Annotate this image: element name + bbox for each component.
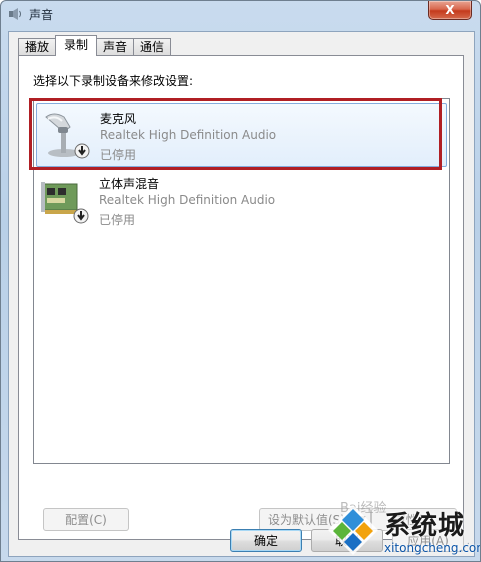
ok-button[interactable]: 确定 bbox=[230, 529, 302, 552]
microphone-icon bbox=[45, 113, 90, 159]
device-status: 已停用 bbox=[99, 213, 136, 227]
device-driver: Realtek High Definition Audio bbox=[100, 128, 277, 142]
instruction-label: 选择以下录制设备来修改设置: bbox=[33, 74, 194, 88]
device-list[interactable]: 麦克风 Realtek High Definition Audio 已停用 立体… bbox=[33, 98, 450, 464]
configure-button[interactable]: 配置(C) bbox=[43, 508, 129, 531]
close-icon: X bbox=[445, 3, 455, 17]
set-default-dropdown[interactable]: ▼ bbox=[353, 508, 371, 531]
tab-strip: 播放 录制 声音 通信 bbox=[18, 35, 172, 56]
device-name: 立体声混音 bbox=[99, 177, 160, 191]
device-status: 已停用 bbox=[100, 148, 137, 162]
dialog-body: 播放 录制 声音 通信 选择以下录制设备来修改设置: 麦克风 Realtek H… bbox=[8, 31, 475, 557]
device-name: 麦克风 bbox=[100, 112, 137, 126]
tab-sounds[interactable]: 声音 bbox=[96, 38, 135, 56]
recording-panel: 选择以下录制设备来修改设置: 麦克风 Realtek High Definiti… bbox=[18, 55, 464, 540]
title-bar[interactable]: 声音 X bbox=[1, 1, 480, 27]
speaker-icon bbox=[9, 8, 21, 20]
device-item-stereo-mix[interactable]: 立体声混音 Realtek High Definition Audio 已停用 bbox=[36, 169, 445, 231]
apply-button[interactable]: 应用(A) bbox=[392, 529, 464, 552]
set-default-button[interactable]: 设为默认值(S) bbox=[259, 508, 354, 531]
tab-playback[interactable]: 播放 bbox=[18, 38, 57, 56]
properties-button[interactable]: 属性(P) bbox=[371, 508, 457, 531]
window-title: 声音 bbox=[29, 8, 54, 22]
tab-recording[interactable]: 录制 bbox=[55, 35, 98, 56]
device-driver: Realtek High Definition Audio bbox=[99, 193, 276, 207]
device-item-microphone[interactable]: 麦克风 Realtek High Definition Audio 已停用 bbox=[36, 103, 447, 167]
cancel-button[interactable]: 取消 bbox=[311, 529, 383, 552]
sound-dialog: 声音 X 播放 录制 声音 通信 选择以下录制设备来修改设置: 麦克风 Real… bbox=[0, 0, 481, 562]
close-button[interactable]: X bbox=[428, 1, 472, 20]
tab-communications[interactable]: 通信 bbox=[133, 38, 172, 56]
resize-grip-icon[interactable]: ⋰ bbox=[460, 542, 472, 554]
chevron-down-icon: ▼ bbox=[358, 514, 366, 525]
sound-card-icon bbox=[41, 182, 89, 224]
